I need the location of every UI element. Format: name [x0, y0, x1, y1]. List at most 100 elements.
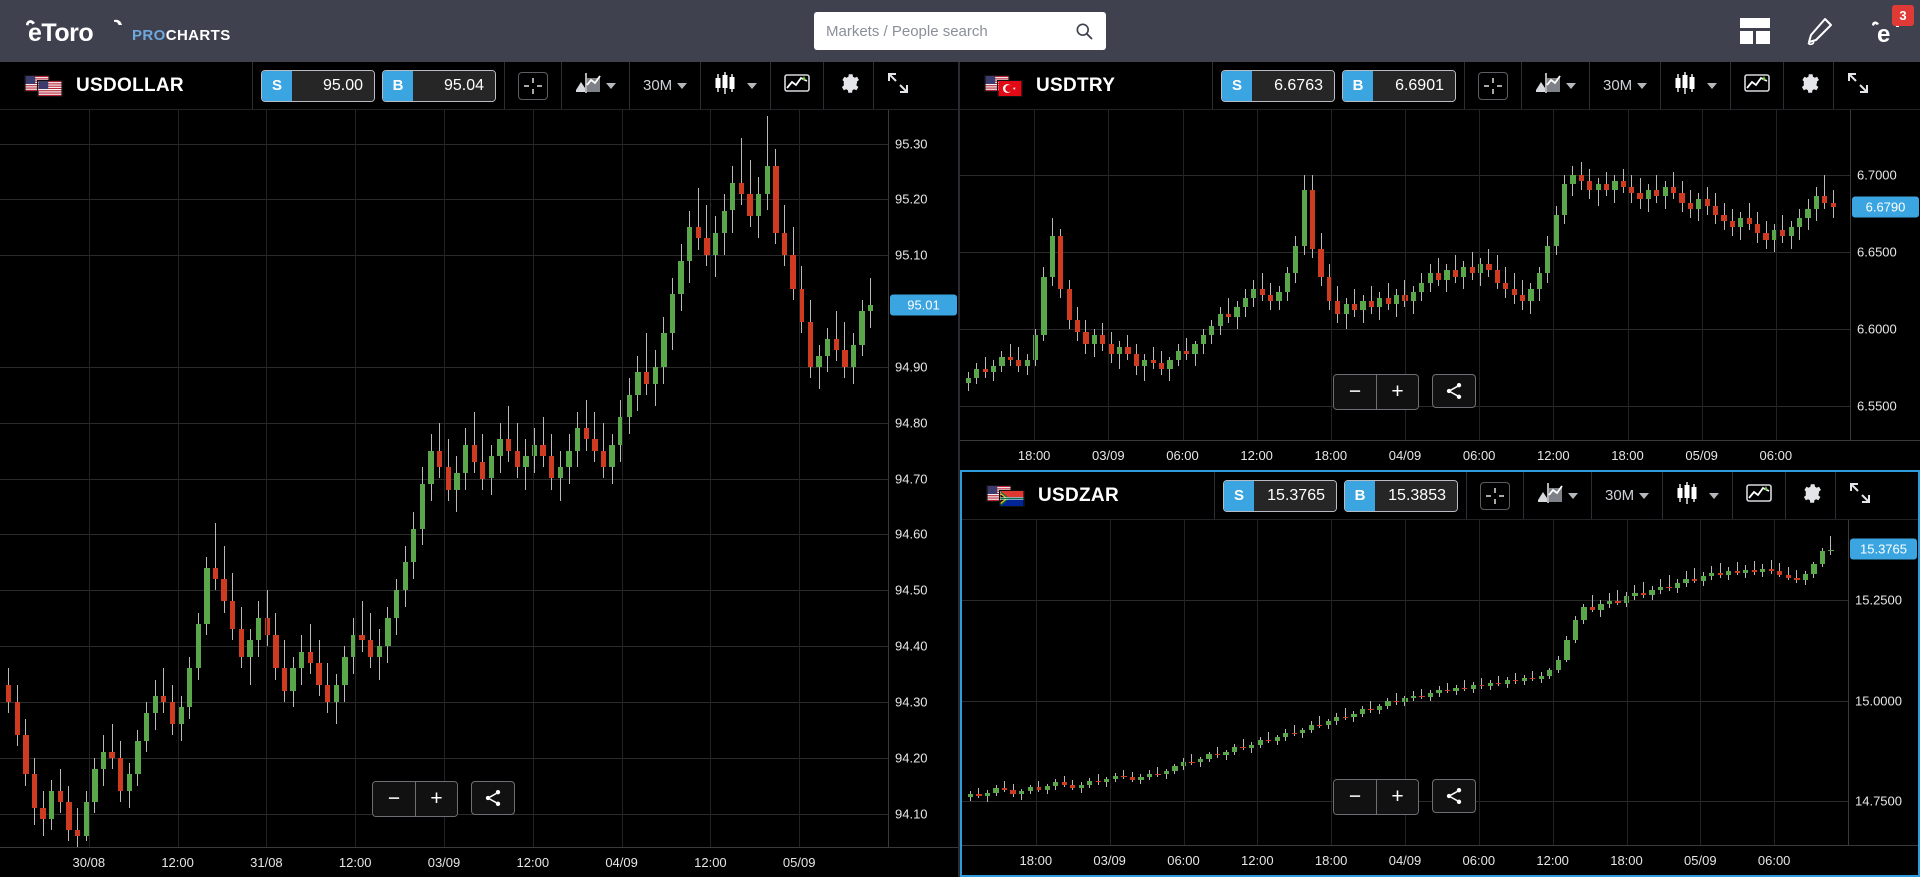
price-plot-usdtry[interactable]: 6.7000 6.6500 6.6000 6.5500 6.6790 − + [960, 110, 1920, 440]
time-grid-line [1109, 520, 1111, 845]
time-tick-label: 31/08 [250, 855, 283, 870]
indicators-icon[interactable] [1746, 483, 1772, 508]
chart-type-button[interactable] [1523, 472, 1591, 519]
svg-text:e: e [1877, 21, 1890, 47]
chart-panel-usdtry[interactable]: USDTRY S 6.6763 B 6.6901 30M 6.7000 6.65… [960, 62, 1920, 470]
indicators-icon[interactable] [784, 73, 810, 98]
chevron-down-icon[interactable] [1707, 82, 1718, 89]
search-input[interactable] [826, 22, 1074, 40]
chart-type-icon[interactable] [1537, 483, 1563, 508]
chart-type-button[interactable] [1521, 62, 1589, 109]
candle-style-button[interactable] [1662, 472, 1732, 519]
gear-icon[interactable] [1799, 482, 1822, 510]
crosshair-icon[interactable] [1480, 481, 1510, 510]
crosshair-icon[interactable] [1478, 71, 1508, 100]
pencil-icon[interactable] [1804, 16, 1834, 46]
share-icon[interactable] [1444, 381, 1464, 401]
chart-toolbar: 30M [1464, 62, 1920, 109]
us-flag-icon [38, 80, 62, 96]
share-button[interactable] [1432, 374, 1476, 408]
share-icon[interactable] [483, 788, 503, 808]
chevron-down-icon[interactable] [606, 82, 616, 89]
price-axis-usdtry[interactable]: 6.7000 6.6500 6.6000 6.5500 6.6790 [1850, 110, 1920, 440]
gear-icon[interactable] [837, 72, 860, 100]
avatar[interactable]: e 3 [1868, 5, 1914, 47]
symbol-block[interactable]: USDTRY [960, 62, 1212, 109]
price-plot-usdzar[interactable]: 15.2500 15.0000 14.7500 15.3765 − + [962, 520, 1918, 845]
zoom-in-button[interactable]: + [415, 782, 457, 816]
time-grid-line [1701, 110, 1703, 440]
timeframe-label: 30M [1605, 487, 1635, 504]
time-tick-label: 18:00 [1611, 448, 1644, 463]
time-grid-line [177, 110, 179, 847]
timeframe-button[interactable]: 30M [1591, 472, 1662, 519]
buy-quote[interactable]: B 95.04 [382, 69, 496, 102]
zoom-in-button[interactable]: + [1376, 375, 1418, 409]
timeframe-button[interactable]: 30M [629, 62, 700, 109]
indicators-icon[interactable] [1744, 73, 1770, 98]
chart-type-button[interactable] [561, 62, 629, 109]
buy-quote[interactable]: B 6.6901 [1342, 69, 1456, 102]
share-button[interactable] [471, 781, 515, 815]
price-plot-usdollar[interactable]: 95.30 95.20 95.10 94.90 94.80 94.70 94.60 94.50… [0, 110, 958, 847]
brand-logo-group[interactable]: eToro PROCHARTS [0, 14, 231, 48]
candlestick-icon[interactable] [1674, 72, 1702, 99]
settings-button[interactable] [1785, 472, 1835, 519]
time-tick-label: 12:00 [161, 855, 194, 870]
crosshair-tool-button[interactable] [504, 62, 561, 109]
symbol-block[interactable]: USDOLLAR [0, 62, 252, 109]
sell-quote[interactable]: S 15.3765 [1223, 479, 1337, 512]
zoom-out-button[interactable]: − [373, 782, 415, 816]
candlestick-icon[interactable] [714, 72, 742, 99]
chart-type-icon[interactable] [1535, 73, 1561, 98]
search-box[interactable] [814, 12, 1106, 50]
chevron-down-icon[interactable] [677, 82, 688, 89]
crosshair-tool-button[interactable] [1464, 62, 1521, 109]
timeframe-button[interactable]: 30M [1589, 62, 1660, 109]
price-axis-usdollar[interactable]: 95.30 95.20 95.10 94.90 94.80 94.70 94.60 94.50… [888, 110, 958, 847]
time-grid-line [444, 110, 445, 847]
expand-icon[interactable] [1849, 482, 1871, 509]
chart-type-icon[interactable] [575, 73, 601, 98]
zoom-out-button[interactable]: − [1334, 375, 1376, 409]
zoom-out-button[interactable]: − [1334, 780, 1376, 814]
buy-quote[interactable]: B 15.3853 [1344, 479, 1458, 512]
notification-badge[interactable]: 3 [1892, 5, 1914, 26]
indicators-button[interactable] [1732, 472, 1785, 519]
expand-icon[interactable] [887, 72, 909, 99]
layout-grid-icon[interactable] [1740, 18, 1770, 44]
chevron-down-icon[interactable] [1566, 82, 1576, 89]
time-tick-label: 30/08 [72, 855, 106, 870]
fullscreen-button[interactable] [1833, 62, 1882, 109]
chart-panel-usdollar[interactable]: USDOLLAR S 95.00 B 95.04 30M 95.30 95.20… [0, 62, 960, 877]
expand-icon[interactable] [1847, 72, 1869, 99]
gear-icon[interactable] [1797, 72, 1820, 100]
chevron-down-icon[interactable] [1639, 492, 1650, 499]
chevron-down-icon[interactable] [1637, 82, 1648, 89]
settings-button[interactable] [1783, 62, 1833, 109]
indicators-button[interactable] [1730, 62, 1783, 109]
fullscreen-button[interactable] [1835, 472, 1884, 519]
sell-quote[interactable]: S 95.00 [261, 69, 375, 102]
candlestick-icon[interactable] [1676, 482, 1704, 509]
charts-workspace: USDOLLAR S 95.00 B 95.04 30M 95.30 95.20… [0, 62, 1920, 877]
sell-quote[interactable]: S 6.6763 [1221, 69, 1335, 102]
chart-panel-usdzar[interactable]: USDZAR S 15.3765 B 15.3853 30M 15.2500 1… [960, 470, 1920, 877]
chevron-down-icon[interactable] [747, 82, 758, 89]
indicators-button[interactable] [770, 62, 823, 109]
crosshair-icon[interactable] [518, 71, 548, 100]
price-axis-usdzar[interactable]: 15.2500 15.0000 14.7500 15.3765 [1848, 520, 1918, 845]
candle-style-button[interactable] [700, 62, 770, 109]
fullscreen-button[interactable] [873, 62, 922, 109]
symbol-block[interactable]: USDZAR [962, 472, 1214, 519]
chevron-down-icon[interactable] [1568, 492, 1578, 499]
crosshair-tool-button[interactable] [1466, 472, 1523, 519]
settings-button[interactable] [823, 62, 873, 109]
chart-header-usdtry: USDTRY S 6.6763 B 6.6901 30M [960, 62, 1920, 110]
candle-style-button[interactable] [1660, 62, 1730, 109]
chevron-down-icon[interactable] [1709, 492, 1720, 499]
share-button[interactable] [1432, 779, 1476, 813]
zoom-in-button[interactable]: + [1376, 780, 1418, 814]
search-icon[interactable] [1074, 21, 1094, 41]
share-icon[interactable] [1444, 786, 1464, 806]
